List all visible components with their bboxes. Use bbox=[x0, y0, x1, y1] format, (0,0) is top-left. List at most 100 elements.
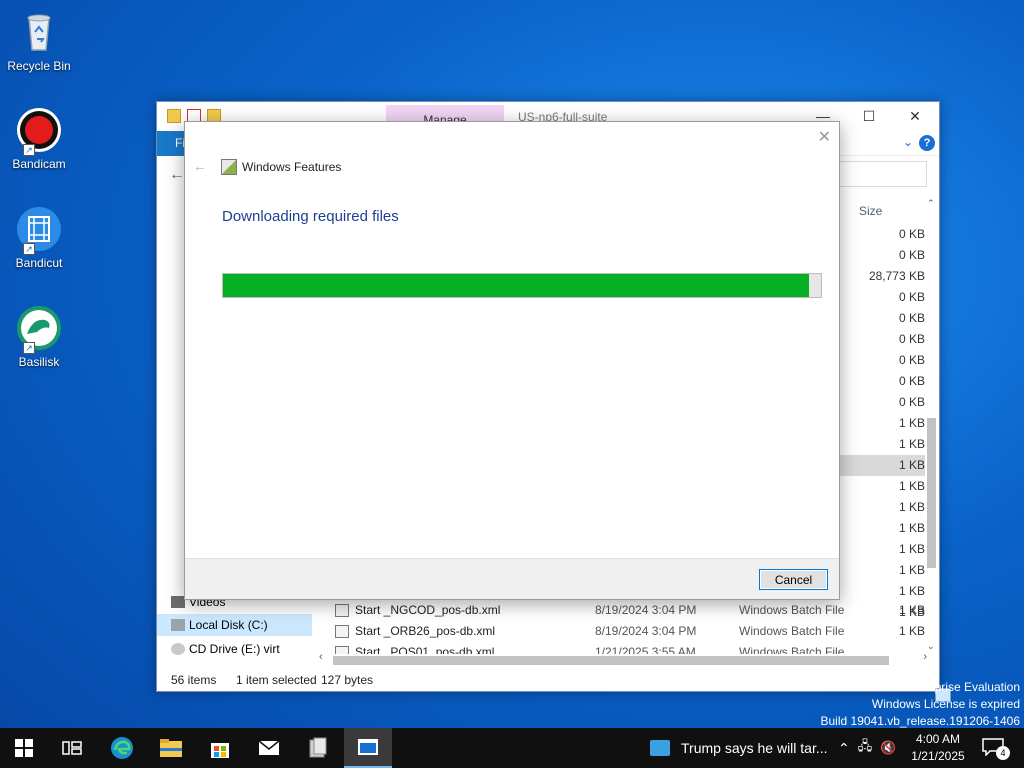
close-icon[interactable]: ✕ bbox=[818, 127, 831, 147]
news-widget[interactable]: Trump says he will tar... bbox=[650, 728, 828, 768]
search-input[interactable] bbox=[837, 161, 927, 187]
desktop-icon-bandicam[interactable]: ↗ Bandicam bbox=[4, 106, 74, 171]
store-icon bbox=[211, 743, 229, 758]
system-tray: ⌃ 🖧 🔇 bbox=[838, 728, 896, 768]
chevron-down-icon[interactable]: ⌄ bbox=[903, 135, 913, 149]
notification-count-badge: 4 bbox=[996, 746, 1010, 760]
desktop-icon-basilisk[interactable]: ↗ Basilisk bbox=[4, 304, 74, 369]
desktop-icon-label: Bandicam bbox=[12, 157, 66, 171]
clock[interactable]: 4:00 AM 1/21/2025 bbox=[905, 731, 971, 765]
action-center-button[interactable]: 4 bbox=[982, 738, 1010, 760]
size-cell[interactable]: 1 KB bbox=[837, 413, 925, 434]
scroll-left-icon[interactable]: ‹ bbox=[319, 651, 323, 663]
vertical-scroll-thumb[interactable] bbox=[927, 418, 936, 568]
size-cell[interactable]: 1 KB bbox=[837, 434, 925, 455]
scroll-up-icon[interactable]: ⌃ bbox=[927, 198, 935, 209]
scroll-right-icon[interactable]: › bbox=[923, 651, 927, 663]
help-icon[interactable]: ? bbox=[919, 135, 935, 151]
size-column-header[interactable]: Size bbox=[859, 204, 882, 218]
scroll-down-icon[interactable]: ⌄ bbox=[927, 641, 935, 652]
task-view-icon bbox=[62, 741, 82, 755]
file-type: Windows Batch File bbox=[739, 603, 845, 617]
file-date: 8/19/2024 3:04 PM bbox=[595, 624, 697, 638]
recycle-bin-icon bbox=[15, 8, 63, 56]
watermark-license: Windows License is expired bbox=[871, 697, 1020, 711]
size-cell[interactable]: 28,773 KB bbox=[837, 266, 925, 287]
horizontal-scrollbar[interactable]: ‹ › bbox=[317, 651, 929, 667]
selection-count: 1 item selected bbox=[236, 673, 317, 687]
show-hidden-icons-icon[interactable]: ⌃ bbox=[838, 740, 850, 757]
table-row[interactable]: Start _ORB26_pos-db.xml 8/19/2024 3:04 P… bbox=[333, 621, 925, 642]
selection-size: 127 bytes bbox=[321, 673, 374, 687]
watermark-edition: Windows 10 Enterprise Evaluation bbox=[837, 680, 1020, 694]
taskbar-windows-features[interactable] bbox=[344, 728, 392, 768]
shortcut-arrow-icon: ↗ bbox=[23, 144, 35, 156]
cancel-button[interactable]: Cancel bbox=[759, 569, 828, 590]
edge-icon bbox=[111, 737, 133, 759]
file-name: Start _NGCOD_pos-db.xml bbox=[355, 603, 501, 617]
table-row[interactable]: Start _NGCOD_pos-db.xml 8/19/2024 3:04 P… bbox=[333, 600, 925, 621]
taskbar-mail[interactable] bbox=[245, 728, 293, 768]
taskbar-edge[interactable] bbox=[98, 728, 146, 768]
size-cell[interactable]: 0 KB bbox=[837, 329, 925, 350]
size-cell[interactable]: 1 KB bbox=[837, 581, 925, 602]
volume-muted-icon[interactable]: 🔇 bbox=[880, 740, 896, 756]
clock-date: 1/21/2025 bbox=[911, 749, 965, 763]
progress-fill bbox=[223, 274, 810, 297]
taskbar-app[interactable] bbox=[294, 728, 342, 768]
mail-icon bbox=[258, 740, 280, 755]
task-view-button[interactable] bbox=[48, 728, 96, 768]
size-cell[interactable]: 1 KB bbox=[837, 539, 925, 560]
file-tab[interactable]: Fi bbox=[157, 131, 185, 156]
basilisk-icon: ↗ bbox=[15, 304, 63, 354]
desktop-icon-bandicut[interactable]: ↗ Bandicut bbox=[4, 205, 74, 270]
size-cell[interactable]: 0 KB bbox=[837, 371, 925, 392]
desktop-icon-label: Bandicut bbox=[15, 256, 63, 270]
size-cell[interactable]: 1 KB bbox=[837, 497, 925, 518]
file-size: 1 KB bbox=[898, 603, 925, 617]
clock-time: 4:00 AM bbox=[915, 732, 961, 746]
back-arrow-icon[interactable]: ← bbox=[193, 158, 207, 174]
size-cell[interactable]: 1 KB bbox=[837, 476, 925, 497]
shortcut-arrow-icon: ↗ bbox=[23, 243, 35, 255]
maximize-button[interactable]: ☐ bbox=[857, 106, 881, 126]
horizontal-scroll-thumb[interactable] bbox=[333, 656, 889, 665]
folder-icon[interactable] bbox=[167, 109, 181, 123]
file-list: Start _NGCOD_pos-db.xml 8/19/2024 3:04 P… bbox=[333, 600, 925, 654]
windows-logo-icon bbox=[15, 739, 33, 757]
taskbar: Trump says he will tar... ⌃ 🖧 🔇 4:00 AM … bbox=[0, 728, 1024, 768]
size-cell[interactable]: 0 KB bbox=[837, 308, 925, 329]
item-count: 56 items bbox=[171, 673, 217, 687]
nav-item-local-disk[interactable]: Local Disk (C:) bbox=[157, 614, 312, 636]
taskbar-store[interactable] bbox=[196, 728, 244, 768]
windows-features-icon bbox=[221, 159, 237, 175]
desktop-icon-label: Recycle Bin bbox=[7, 59, 71, 73]
size-cell[interactable]: 0 KB bbox=[837, 350, 925, 371]
vertical-scrollbar[interactable]: ⌃ ⌄ bbox=[926, 198, 937, 652]
taskbar-file-explorer[interactable] bbox=[147, 728, 195, 768]
news-icon bbox=[650, 740, 670, 756]
desktop-icon-label: Basilisk bbox=[18, 355, 60, 369]
size-cell[interactable]: 1 KB bbox=[837, 518, 925, 539]
file-date: 8/19/2024 3:04 PM bbox=[595, 603, 697, 617]
desktop-icon-recycle-bin[interactable]: Recycle Bin bbox=[4, 8, 74, 73]
size-column: 0 KB 0 KB 28,773 KB 0 KB 0 KB 0 KB 0 KB 0 KB 0 K… bbox=[837, 224, 925, 623]
file-size: 1 KB bbox=[898, 624, 925, 638]
size-cell[interactable]: 1 KB bbox=[837, 455, 925, 476]
batch-file-icon bbox=[335, 604, 349, 617]
windows-features-dialog[interactable]: ✕ ← Windows Features Downloading require… bbox=[184, 121, 840, 600]
drive-icon bbox=[171, 619, 185, 631]
close-button[interactable]: ✕ bbox=[903, 106, 927, 126]
size-cell[interactable]: 0 KB bbox=[837, 392, 925, 413]
back-arrow-icon[interactable]: ← bbox=[169, 166, 185, 184]
size-cell[interactable]: 0 KB bbox=[837, 287, 925, 308]
windows-features-taskbar-icon bbox=[358, 739, 378, 755]
network-icon[interactable]: 🖧 bbox=[858, 737, 873, 759]
nav-item-cd-drive[interactable]: CD Drive (E:) virt bbox=[157, 638, 312, 660]
size-cell[interactable]: 1 KB bbox=[837, 560, 925, 581]
size-cell[interactable]: 0 KB bbox=[837, 224, 925, 245]
nav-item-label: Local Disk (C:) bbox=[189, 618, 268, 632]
start-button[interactable] bbox=[0, 728, 48, 768]
file-name: Start _ORB26_pos-db.xml bbox=[355, 624, 496, 638]
size-cell[interactable]: 0 KB bbox=[837, 245, 925, 266]
